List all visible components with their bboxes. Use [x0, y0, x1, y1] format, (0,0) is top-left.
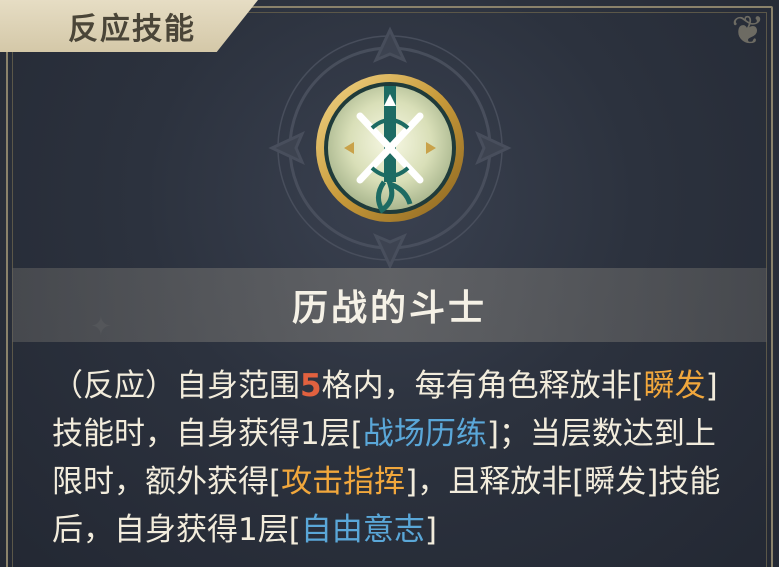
keyword-instant[interactable]: 瞬发: [644, 368, 706, 404]
keyword-free-will[interactable]: 自由意志: [301, 512, 425, 548]
skill-title-band: 历战的斗士: [12, 268, 767, 342]
keyword-attack-command[interactable]: 攻击指挥: [281, 464, 405, 500]
skill-description: （反应）自身范围5格内，每有角色释放非[瞬发]技能时，自身获得1层[战场历练]；…: [52, 362, 732, 554]
reaction-skill-tab[interactable]: 反应技能: [0, 0, 258, 52]
desc-text-6: ]: [424, 512, 437, 548]
keyword-battle-training[interactable]: 战场历练: [363, 416, 487, 452]
corner-ornament-icon: ❦: [731, 8, 765, 54]
skill-detail-panel: 反应技能 ❦ 历战的斗士 （反应）自身范围5格内，每有角色释放非[瞬发]技能时，…: [0, 0, 779, 567]
range-value: 5: [300, 368, 322, 404]
sword-x-emblem-icon: [316, 74, 464, 222]
desc-text-2: 格内，每有角色释放非[: [321, 368, 644, 404]
skill-name: 历战的斗士: [291, 288, 487, 329]
tab-label: 反应技能: [68, 12, 196, 47]
desc-text-1: （反应）自身范围: [52, 368, 300, 404]
